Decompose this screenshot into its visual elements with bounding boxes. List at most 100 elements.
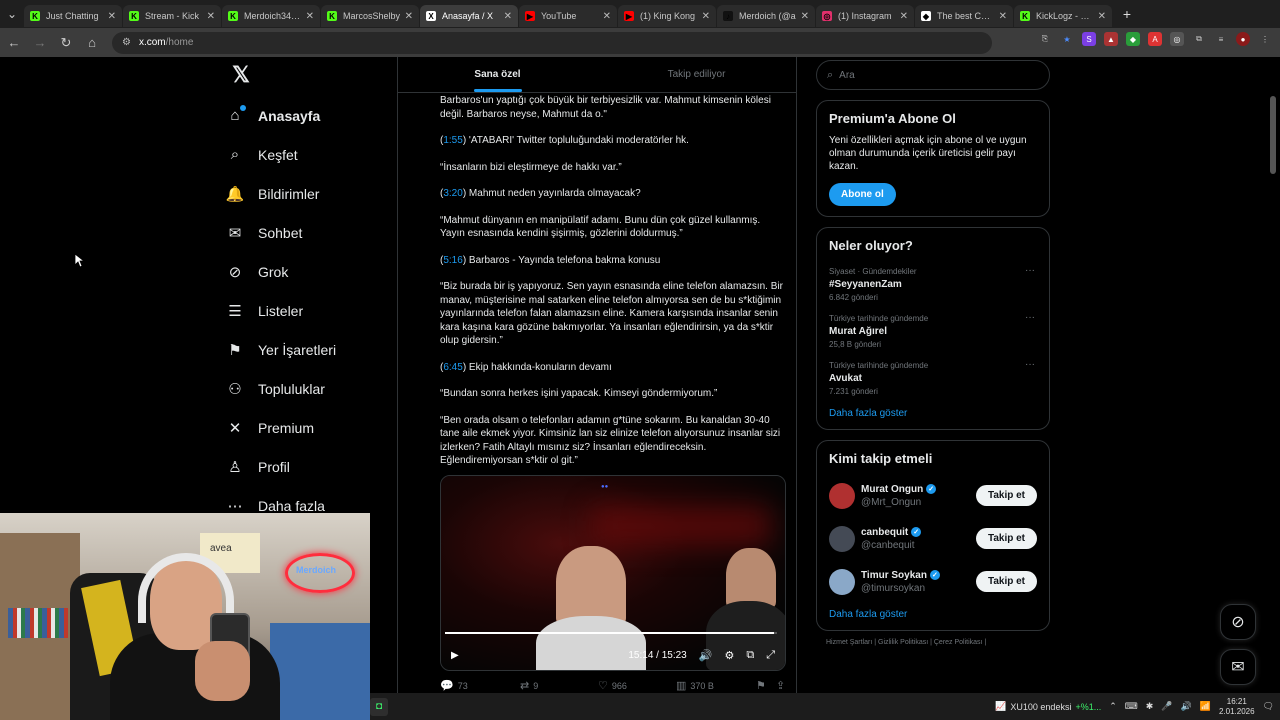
follow-suggestion[interactable]: Timur Soykan ✓ @timursoykan Takip et (829, 560, 1037, 603)
browser-tab[interactable]: ▶ (1) King Kong ✕ (618, 5, 716, 27)
extensions-puzzle-icon[interactable]: ⧉ (1192, 32, 1206, 46)
tab-close-icon[interactable]: ✕ (999, 11, 1007, 22)
timestamp-link[interactable]: 6:45 (443, 362, 462, 373)
browser-tab[interactable]: K KickLogz - Kick ✕ (1014, 5, 1112, 27)
tray-mic-icon[interactable]: 🎤 (1161, 701, 1172, 712)
nav-item[interactable]: ⚑ Yer İşaretleri (220, 330, 390, 369)
tab-following[interactable]: Takip ediliyor (597, 57, 796, 92)
address-bar[interactable]: ⚙ x.com/home (112, 31, 992, 54)
like-button[interactable]: ♡ 966 (598, 679, 676, 692)
nav-item[interactable]: ⌕ Keşfet (220, 135, 390, 174)
follow-button[interactable]: Takip et (975, 485, 1037, 506)
tab-close-icon[interactable]: ✕ (1098, 11, 1106, 22)
bookmark-star-icon[interactable]: ★ (1060, 32, 1074, 46)
browser-tab[interactable]: ◆ The best Chatt ✕ (915, 5, 1013, 27)
extension-red-icon[interactable]: ▲ (1104, 32, 1118, 46)
follow-show-more[interactable]: Daha fazla göster (829, 609, 1037, 620)
trend-more-icon[interactable]: ··· (1025, 265, 1035, 276)
nav-item[interactable]: ✉ Sohbet (220, 213, 390, 252)
tray-wifi-icon[interactable]: 📶 (1200, 701, 1211, 712)
bookmark-button[interactable]: ⚑ (756, 679, 776, 692)
timestamp-link[interactable]: 1:55 (443, 135, 462, 146)
tab-close-icon[interactable]: ✕ (405, 11, 413, 22)
trends-show-more[interactable]: Daha fazla göster (829, 408, 1037, 419)
video-player[interactable]: ●● ▶ 15:14 / 15:23 🔊 ⚙ ⧉ ⤢ (440, 475, 786, 671)
nav-item[interactable]: ⚇ Topluluklar (220, 369, 390, 408)
avatar[interactable] (829, 482, 855, 509)
tab-close-icon[interactable]: ✕ (504, 11, 512, 22)
timestamp-link[interactable]: 5:16 (443, 255, 462, 266)
subscribe-button[interactable]: Abone ol (829, 183, 896, 206)
browser-tab[interactable]: K Just Chatting ✕ (24, 5, 122, 27)
settings-gear-icon[interactable]: ⚙ (724, 649, 734, 662)
new-tab-button[interactable]: + (1117, 4, 1137, 24)
volume-icon[interactable]: 🔊 (699, 649, 713, 662)
tab-close-icon[interactable]: ✕ (702, 11, 710, 22)
pip-icon[interactable]: ⧉ (746, 649, 754, 662)
x-logo-icon[interactable]: 𝕏 (226, 60, 256, 90)
trend-item[interactable]: Siyaset · Gündemdekiler #SeyyanenZam 6.842… (829, 265, 1037, 302)
repost-button[interactable]: ⇄ 9 (520, 679, 598, 692)
taskbar-clock[interactable]: 16:21 2.01.2026 (1219, 697, 1255, 717)
trend-more-icon[interactable]: ··· (1025, 312, 1035, 323)
trend-item[interactable]: Türkiye tarihinde gündemde Murat Ağırel 25… (829, 312, 1037, 349)
stock-widget[interactable]: 📈 XU100 endeksi +%1... (995, 701, 1101, 712)
follow-button[interactable]: Takip et (975, 528, 1037, 549)
browser-tab[interactable]: K Merdoich34 St ✕ (222, 5, 320, 27)
media-control-icon[interactable]: ≡ (1214, 32, 1228, 46)
tab-close-icon[interactable]: ✕ (603, 11, 611, 22)
tab-search-icon[interactable]: ⌄ (0, 0, 24, 28)
browser-tab[interactable]: K MarcosShelby ✕ (321, 5, 419, 27)
browser-tab[interactable]: K Stream - Kick ✕ (123, 5, 221, 27)
video-progress-bar[interactable] (445, 632, 777, 634)
forward-icon[interactable]: → (28, 31, 52, 55)
avatar[interactable] (829, 568, 855, 595)
browser-tab[interactable]: ♪ Merdoich (@a ✕ (717, 5, 815, 27)
reply-button[interactable]: 💬 73 (440, 679, 520, 692)
nav-item[interactable]: ✕ Premium (220, 408, 390, 447)
site-info-icon[interactable]: ⚙ (122, 37, 131, 48)
nav-item[interactable]: ♙ Profil (220, 447, 390, 486)
notification-icon[interactable]: 🗨 (1263, 701, 1274, 712)
browser-tab[interactable]: X Anasayfa / X ✕ (420, 5, 518, 27)
timestamp-link[interactable]: 3:20 (443, 188, 462, 199)
browser-tab[interactable]: ▶ YouTube ✕ (519, 5, 617, 27)
tray-network-icon[interactable]: ⌨ (1125, 701, 1138, 712)
nav-item[interactable]: ⌂ Anasayfa (220, 96, 390, 135)
extension-shield-icon[interactable]: ◆ (1126, 32, 1140, 46)
profile-avatar-icon[interactable]: ● (1236, 32, 1250, 46)
footer-links[interactable]: Hizmet Şartları | Gizlilik Politikası | … (816, 639, 1050, 646)
menu-kebab-icon[interactable]: ⋮ (1258, 32, 1272, 46)
search-box[interactable]: ⌕ Ara (816, 60, 1050, 90)
reload-icon[interactable]: ↻ (54, 31, 78, 55)
trend-more-icon[interactable]: ··· (1025, 359, 1035, 370)
tray-volume-icon[interactable]: 🔊 (1181, 701, 1192, 712)
tray-bluetooth-icon[interactable]: ✱ (1146, 701, 1154, 712)
browser-tab[interactable]: ◎ (1) Instagram ✕ (816, 5, 914, 27)
tab-for-you[interactable]: Sana özel (398, 57, 597, 92)
tab-close-icon[interactable]: ✕ (900, 11, 908, 22)
views-button[interactable]: ▥ 370 B (676, 679, 756, 692)
adblock-icon[interactable]: A (1148, 32, 1162, 46)
taskbar-app-icon[interactable]: ◘ (370, 697, 388, 716)
fullscreen-icon[interactable]: ⤢ (766, 649, 775, 662)
extension-purple-icon[interactable]: S (1082, 32, 1096, 46)
home-button-icon[interactable]: ⌂ (80, 31, 104, 55)
follow-suggestion[interactable]: Murat Ongun ✓ @Mrt_Ongun Takip et (829, 474, 1037, 517)
page-scrollbar[interactable] (1270, 96, 1276, 174)
tab-close-icon[interactable]: ✕ (306, 11, 314, 22)
follow-button[interactable]: Takip et (975, 571, 1037, 592)
nav-item[interactable]: ⊘ Grok (220, 252, 390, 291)
nav-item[interactable]: 🔔 Bildirimler (220, 174, 390, 213)
tray-chevron-icon[interactable]: ⌃ (1109, 701, 1117, 712)
avatar[interactable] (829, 525, 855, 552)
back-icon[interactable]: ← (2, 31, 26, 55)
nav-item[interactable]: ☰ Listeler (220, 291, 390, 330)
tab-close-icon[interactable]: ✕ (801, 11, 809, 22)
messages-fab-icon[interactable]: ✉ (1220, 649, 1256, 685)
install-icon[interactable]: ⎘ (1038, 32, 1052, 46)
share-button[interactable]: ⇪ (776, 679, 785, 692)
tab-close-icon[interactable]: ✕ (108, 11, 116, 22)
trend-item[interactable]: Türkiye tarihinde gündemde Avukat 7.231 gö… (829, 359, 1037, 396)
follow-suggestion[interactable]: canbequit ✓ @canbequit Takip et (829, 517, 1037, 560)
